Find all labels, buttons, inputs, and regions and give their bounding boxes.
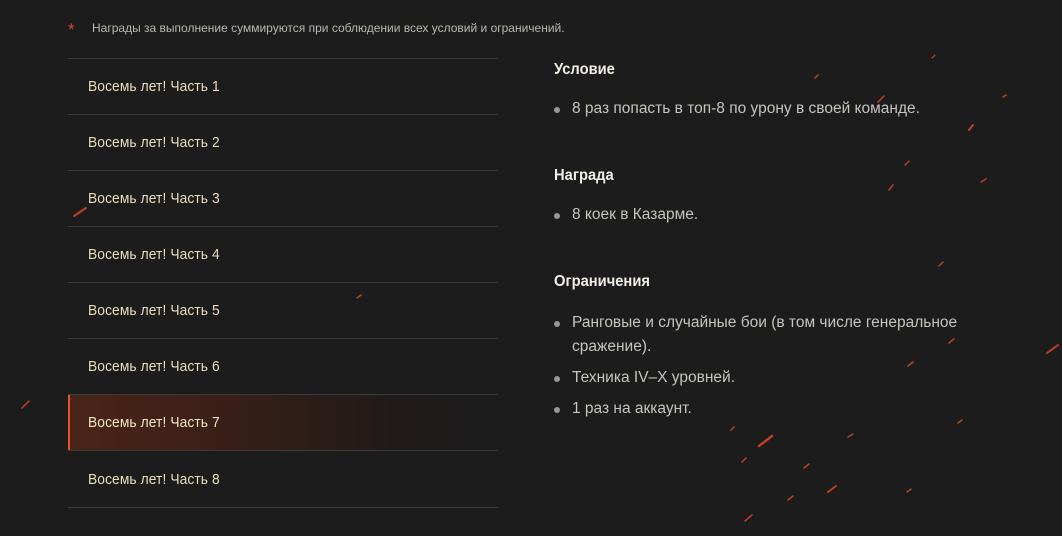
reward-item: 8 коек в Казарме. xyxy=(554,203,1024,227)
tab-label: Восемь лет! Часть 4 xyxy=(88,246,220,263)
tab-label: Восемь лет! Часть 6 xyxy=(88,358,220,375)
restriction-item: Ранговые и случайные бои (в том числе ге… xyxy=(554,311,1024,359)
reward-section: Награда 8 коек в Казарме. xyxy=(554,167,1024,227)
tab-part-7[interactable]: Восемь лет! Часть 7 xyxy=(68,394,498,450)
reward-heading: Награда xyxy=(554,167,614,184)
restrictions-section: Ограничения Ранговые и случайные бои (в … xyxy=(554,273,1024,421)
tab-part-4[interactable]: Восемь лет! Часть 4 xyxy=(68,226,498,282)
tab-label: Восемь лет! Часть 3 xyxy=(88,190,220,207)
reward-list: 8 коек в Казарме. xyxy=(554,203,1024,227)
rewards-note-text: Награды за выполнение суммируются при со… xyxy=(92,21,565,35)
tab-part-3[interactable]: Восемь лет! Часть 3 xyxy=(68,170,498,226)
tab-part-6[interactable]: Восемь лет! Часть 6 xyxy=(68,338,498,394)
tab-part-5[interactable]: Восемь лет! Часть 5 xyxy=(68,282,498,338)
mission-tabs: Восемь лет! Часть 1 Восемь лет! Часть 2 … xyxy=(68,58,498,508)
restriction-item: Техника IV–X уровней. xyxy=(554,366,1024,390)
restriction-item: 1 раз на аккаунт. xyxy=(554,397,1024,421)
condition-item: 8 раз попасть в топ-8 по урону в своей к… xyxy=(554,97,1024,121)
tab-label: Восемь лет! Часть 5 xyxy=(88,302,220,319)
tab-label: Восемь лет! Часть 8 xyxy=(88,470,220,488)
rewards-note: * Награды за выполнение суммируются при … xyxy=(68,18,565,38)
condition-heading: Условие xyxy=(554,61,615,78)
tab-part-8[interactable]: Восемь лет! Часть 8 xyxy=(68,450,498,508)
condition-list: 8 раз попасть в топ-8 по урону в своей к… xyxy=(554,97,1024,121)
tab-part-1[interactable]: Восемь лет! Часть 1 xyxy=(68,58,498,114)
restrictions-heading: Ограничения xyxy=(554,273,650,290)
tab-label: Восемь лет! Часть 2 xyxy=(88,134,220,151)
asterisk-icon: * xyxy=(68,19,75,39)
tab-part-2[interactable]: Восемь лет! Часть 2 xyxy=(68,114,498,170)
tab-label: Восемь лет! Часть 7 xyxy=(88,414,220,431)
restrictions-list: Ранговые и случайные бои (в том числе ге… xyxy=(554,311,1024,421)
condition-section: Условие 8 раз попасть в топ-8 по урону в… xyxy=(554,61,1024,121)
tab-label: Восемь лет! Часть 1 xyxy=(88,78,220,95)
